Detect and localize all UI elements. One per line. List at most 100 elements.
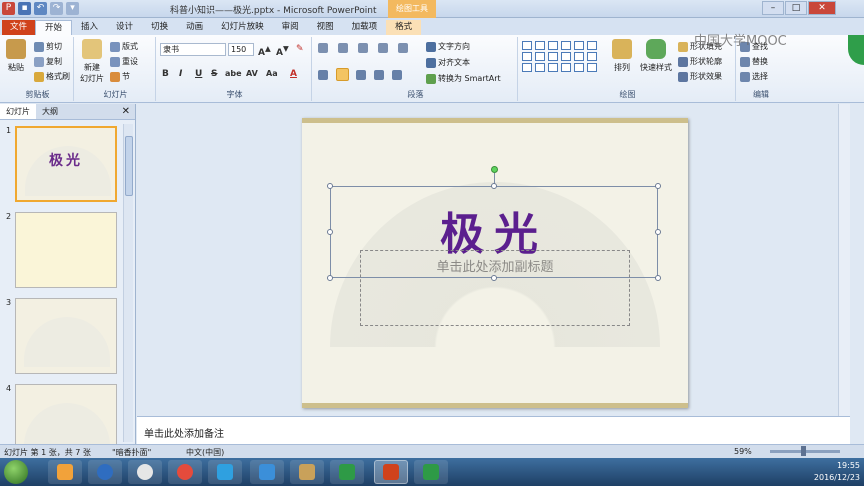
clock-time[interactable]: 19:55 [814, 460, 860, 472]
tab-slideshow[interactable]: 幻灯片放映 [212, 20, 273, 35]
outline-pen-icon [678, 56, 688, 67]
decrease-indent-button[interactable] [358, 43, 368, 53]
tab-slides[interactable]: 幻灯片 [0, 104, 36, 119]
resize-handle[interactable] [655, 183, 661, 189]
start-button[interactable] [4, 460, 28, 484]
scrollbar-thumb[interactable] [125, 136, 133, 196]
slide-thumbnail[interactable] [15, 298, 117, 374]
numbering-button[interactable] [338, 43, 348, 53]
clock-date[interactable]: 2016/12/23 [814, 472, 860, 484]
select-button[interactable]: 选择 [740, 71, 768, 82]
copy-button[interactable]: 复制 [34, 56, 62, 67]
line-spacing-button[interactable] [398, 43, 408, 53]
notes-pane[interactable]: 单击此处添加备注 [137, 416, 850, 444]
align-left-button[interactable] [318, 70, 328, 80]
quick-styles-button[interactable]: 快速样式 [640, 39, 672, 73]
align-center-button[interactable] [336, 68, 349, 81]
change-case-button[interactable]: Aa [266, 69, 278, 78]
redo-icon[interactable]: ↷ [50, 2, 63, 15]
qat-customize-icon[interactable]: ▾ [66, 2, 79, 15]
notes-placeholder[interactable]: 单击此处添加备注 [144, 425, 224, 440]
resize-handle[interactable] [491, 183, 497, 189]
char-spacing-button[interactable]: AV [246, 69, 258, 78]
layout-button[interactable]: 版式 [110, 41, 138, 52]
resize-handle[interactable] [327, 183, 333, 189]
shape-outline-button[interactable]: 形状轮廓 [678, 56, 722, 67]
close-button[interactable]: ✕ [808, 1, 836, 15]
undo-icon[interactable]: ↶ [34, 2, 47, 15]
panel-scrollbar[interactable] [123, 124, 133, 442]
minimize-button[interactable]: – [762, 1, 784, 15]
text-direction-button[interactable]: 文字方向 [426, 41, 470, 52]
smartart-button[interactable]: 转换为 SmartArt [426, 73, 501, 84]
zoom-slider-knob[interactable] [801, 446, 806, 456]
tab-format[interactable]: 格式 [386, 20, 422, 35]
shrink-font-icon[interactable]: A▼ [276, 44, 289, 58]
rotation-handle[interactable] [491, 166, 498, 173]
strike-button[interactable]: S [211, 69, 217, 79]
cut-button[interactable]: 剪切 [34, 41, 62, 52]
bullets-button[interactable] [318, 43, 328, 53]
taskbar-app[interactable] [290, 460, 324, 484]
font-size-field[interactable]: 150 [228, 43, 254, 56]
taskbar-app[interactable] [88, 460, 122, 484]
tab-insert[interactable]: 插入 [72, 20, 107, 35]
tab-animations[interactable]: 动画 [177, 20, 212, 35]
shadow-button[interactable]: abe [225, 69, 242, 78]
new-slide-button[interactable]: 新建 幻灯片 [80, 39, 104, 84]
reset-button[interactable]: 重设 [110, 56, 138, 67]
underline-button[interactable]: U [195, 69, 202, 79]
align-right-button[interactable] [356, 70, 366, 80]
taskbar-app[interactable] [250, 460, 284, 484]
close-icon[interactable]: ✕ [122, 106, 130, 117]
taskbar-app[interactable] [128, 460, 162, 484]
thumbnail-row[interactable]: 1 极光 [0, 124, 122, 210]
resize-handle[interactable] [327, 275, 333, 281]
bold-button[interactable]: B [162, 69, 169, 79]
font-color-button[interactable]: A [290, 69, 297, 79]
tab-review[interactable]: 审阅 [273, 20, 308, 35]
zoom-level[interactable]: 59% [734, 447, 752, 456]
justify-button[interactable] [374, 70, 384, 80]
paste-button[interactable]: 粘贴 [6, 39, 26, 73]
taskbar-app[interactable] [414, 460, 448, 484]
columns-button[interactable] [392, 70, 402, 80]
thumbnail-row[interactable]: 2 [0, 210, 122, 296]
workspace-scrollbar[interactable] [838, 104, 850, 416]
shape-effects-button[interactable]: 形状效果 [678, 71, 722, 82]
resize-handle[interactable] [655, 275, 661, 281]
tab-transitions[interactable]: 切换 [142, 20, 177, 35]
tab-view[interactable]: 视图 [308, 20, 343, 35]
clear-format-icon[interactable]: ✎ [296, 44, 304, 54]
save-icon[interactable]: ▪ [18, 2, 31, 15]
taskbar-app[interactable] [48, 460, 82, 484]
shapes-gallery[interactable] [522, 41, 598, 72]
format-painter-button[interactable]: 格式刷 [34, 71, 70, 82]
taskbar-app[interactable] [208, 460, 242, 484]
slide-canvas[interactable]: 极光 单击此处添加副标题 [302, 118, 688, 408]
font-name-field[interactable]: 隶书 [160, 43, 226, 56]
thumbnail-number: 2 [6, 212, 12, 221]
grow-font-icon[interactable]: A▲ [258, 44, 271, 58]
taskbar-app[interactable] [168, 460, 202, 484]
section-button[interactable]: 节 [110, 71, 130, 82]
tab-addins[interactable]: 加载项 [343, 20, 387, 35]
replace-button[interactable]: 替换 [740, 56, 768, 67]
arrange-button[interactable]: 排列 [612, 39, 632, 73]
tab-design[interactable]: 设计 [107, 20, 142, 35]
tab-home[interactable]: 开始 [35, 20, 73, 35]
tab-file[interactable]: 文件 [2, 20, 36, 35]
subtitle-placeholder[interactable]: 单击此处添加副标题 [360, 256, 630, 275]
powerpoint-logo-icon[interactable]: P [2, 2, 15, 15]
slide-thumbnail[interactable] [15, 212, 117, 288]
tab-outline[interactable]: 大纲 [36, 104, 64, 119]
maximize-button[interactable]: □ [785, 1, 807, 15]
align-text-button[interactable]: 对齐文本 [426, 57, 470, 68]
taskbar-app[interactable] [374, 460, 408, 484]
thumbnail-row[interactable]: 3 [0, 296, 122, 382]
taskbar-app[interactable] [330, 460, 364, 484]
increase-indent-button[interactable] [378, 43, 388, 53]
italic-button[interactable]: I [179, 69, 182, 79]
language[interactable]: 中文(中国) [186, 447, 224, 458]
slide-thumbnail[interactable]: 极光 [15, 126, 117, 202]
